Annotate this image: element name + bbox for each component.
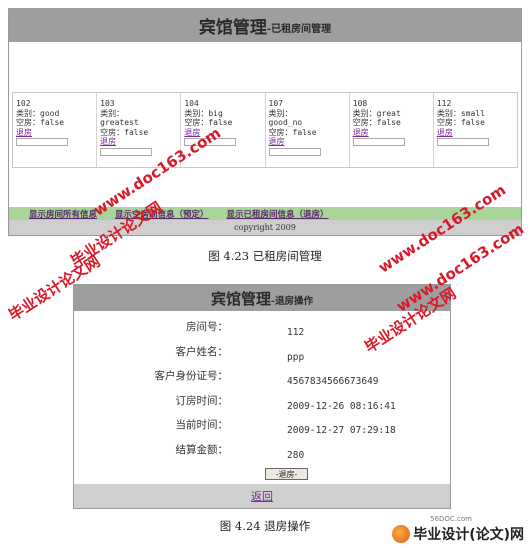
rented-rooms-screenshot: 宾馆管理 -已租房间管理 102 类别：good 空房：false 退房 103… (8, 8, 522, 236)
room-card: 108 类别：great 空房：false 退房 (350, 93, 434, 167)
room-type: 类别： (268, 108, 293, 118)
back-link[interactable]: 返回 (251, 488, 273, 504)
checkout-link[interactable]: 退房 (269, 137, 349, 147)
detail-row: 房间号： 112 (74, 317, 450, 342)
checkout-link[interactable]: 退房 (16, 128, 96, 138)
page-header: 宾馆管理 -已租房间管理 (9, 9, 521, 42)
room-card: 104 类别：big 空房：false 退房 (181, 93, 266, 167)
copyright-footer: copyright 2009 (9, 220, 521, 235)
customer-name-value: ppp (287, 351, 305, 363)
customer-name-label: 客户姓名： (175, 345, 229, 358)
room-input[interactable] (184, 138, 237, 146)
room-empty-status: 空房：false (352, 118, 401, 127)
amount-label: 结算金额： (175, 443, 229, 456)
room-input[interactable] (436, 138, 489, 146)
room-card: 102 类别：good 空房：false 退房 (13, 93, 98, 167)
room-type: 类别：big (184, 108, 223, 118)
room-type: 类别：small (436, 108, 485, 118)
room-type: 类别：great (352, 108, 401, 118)
checkout-details: 房间号： 112 客户姓名： ppp 客户身份证号： 4567834566673… (74, 317, 450, 464)
page-title: 宾馆管理 (198, 18, 267, 38)
amount-value: 280 (287, 449, 305, 461)
site-logo: 56DOC.com 毕业设计(论文)网 (392, 515, 524, 544)
checkout-link[interactable]: 退房 (437, 128, 517, 138)
room-empty-status: 空房：false (436, 118, 485, 127)
room-type: 类别：good (16, 108, 60, 118)
page-title: 宾馆管理 (211, 289, 272, 308)
nav-all-rooms-link[interactable]: 显示房间所有信息 (29, 208, 97, 220)
current-time-label: 当前时间： (175, 419, 229, 431)
nav-rented-rooms-link[interactable]: 显示已租房间信息（退房） (227, 208, 329, 220)
room-number-label: 房间号： (186, 321, 228, 333)
room-empty-status: 空房：false (268, 127, 317, 137)
room-number: 107 (268, 99, 283, 108)
booking-time-value: 2009-12-26 08:16:41 (287, 400, 396, 412)
room-number: 102 (16, 99, 31, 108)
booking-time-label: 订房时间： (175, 394, 229, 407)
room-card: 103 类别： greatest 空房：false 退房 (97, 93, 182, 167)
checkout-button[interactable]: -退房- (265, 468, 308, 480)
detail-row: 客户身份证号： 4567834566673649 (74, 366, 450, 391)
checkout-link[interactable]: 退房 (100, 137, 180, 147)
logo-icon (392, 525, 411, 543)
room-input[interactable] (16, 138, 68, 146)
detail-row: 结算金额： 280 (74, 440, 450, 465)
room-empty-status: 空房：false (100, 127, 149, 137)
room-type-value: good_no (268, 118, 303, 127)
room-number: 103 (100, 99, 115, 108)
customer-id-label: 客户身份证号： (154, 370, 229, 382)
room-empty-status: 空房：false (16, 118, 65, 127)
page-header: 宾馆管理 -退房操作 (74, 285, 450, 311)
room-type-value: greatest (100, 118, 139, 127)
room-input[interactable] (100, 147, 153, 156)
checkout-link[interactable]: 退房 (184, 128, 264, 138)
logo-text: 毕业设计(论文)网 (413, 527, 524, 543)
room-type: 类别： (100, 108, 125, 118)
page-subtitle: -退房操作 (271, 295, 313, 307)
room-input[interactable] (268, 147, 321, 156)
room-number: 104 (184, 99, 199, 108)
logo-site: 56DOC.com (430, 515, 472, 523)
room-empty-status: 空房：false (184, 118, 233, 127)
back-footer: 返回 (74, 484, 450, 508)
room-input[interactable] (352, 138, 405, 146)
customer-id-value: 4567834566673649 (287, 376, 379, 387)
current-time-value: 2009-12-27 07:29:18 (287, 425, 396, 436)
detail-row: 客户姓名： ppp (74, 342, 450, 367)
figure-caption: 图 4.23 已租房间管理 (208, 249, 322, 263)
room-number-value: 112 (287, 327, 305, 338)
checkout-screenshot: 宾馆管理 -退房操作 房间号： 112 客户姓名： ppp 客户身份证号： 45… (73, 284, 451, 509)
room-grid: 102 类别：good 空房：false 退房 103 类别： greatest… (12, 92, 518, 168)
room-number: 108 (352, 99, 368, 108)
nav-empty-rooms-link[interactable]: 显示空房间信息（预定） (115, 208, 209, 220)
room-number: 112 (436, 99, 452, 108)
room-card: 107 类别： good_no 空房：false 退房 (266, 93, 350, 167)
checkout-link[interactable]: 退房 (353, 128, 433, 138)
detail-row: 当前时间： 2009-12-27 07:29:18 (74, 415, 450, 440)
nav-bar: 显示房间所有信息 显示空房间信息（预定） 显示已租房间信息（退房） (9, 207, 521, 220)
detail-row: 订房时间： 2009-12-26 08:16:41 (74, 391, 450, 416)
page-subtitle: -已租房间管理 (266, 24, 332, 35)
room-card: 112 类别：small 空房：false 退房 (434, 93, 517, 167)
